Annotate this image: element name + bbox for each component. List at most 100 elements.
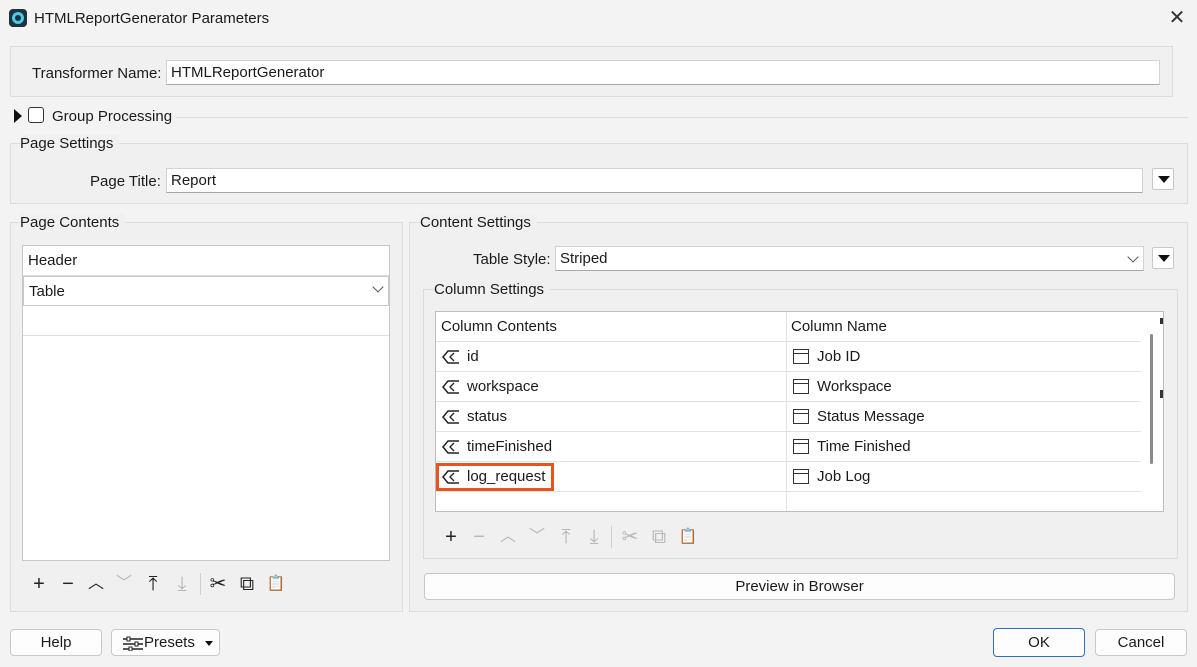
page-contents-group: Header Table + − ︿ ﹀ ⤒ ⤓ ✂ ⧉ 📋 [10, 222, 403, 612]
cut-button[interactable]: ✂ [207, 573, 229, 595]
move-top-button[interactable]: ⤒ [142, 573, 164, 595]
column-contents-text: status [467, 408, 508, 425]
expand-arrow-icon[interactable] [14, 109, 22, 123]
add-item-button[interactable]: + [28, 573, 50, 595]
page-title-options-button[interactable] [1152, 168, 1174, 190]
column-name-text: Job Log [817, 468, 871, 485]
attribute-icon [442, 380, 459, 394]
column-name-text: Status Message [817, 408, 925, 425]
column-down-button[interactable]: ﹀ [526, 526, 548, 548]
page-contents-title: Page Contents [20, 214, 126, 231]
table-style-options-button[interactable] [1152, 247, 1174, 269]
table-row[interactable]: timeFinished Time Finished [436, 432, 1141, 462]
column-contents-text: timeFinished [467, 438, 553, 455]
column-name-cell[interactable]: Status Message [787, 402, 1141, 432]
group-processing-label: Group Processing [52, 108, 173, 125]
page-settings-group: Page Title: Report [10, 143, 1188, 204]
column-contents-text: workspace [467, 378, 539, 395]
column-name-text: Time Finished [817, 438, 911, 455]
column-bottom-button[interactable]: ⤓ [583, 526, 605, 548]
column-name-icon [793, 379, 809, 394]
table-header-row: Column Contents Column Name [436, 312, 1141, 342]
copy-button[interactable]: ⧉ [236, 573, 258, 595]
transformer-name-input[interactable]: HTMLReportGenerator [166, 60, 1160, 85]
help-button[interactable]: Help [10, 629, 102, 656]
attribute-icon [442, 410, 459, 424]
column-settings-table[interactable]: Column Contents Column Name id Job ID work… [435, 311, 1164, 512]
chevron-down-icon [1127, 251, 1139, 263]
column-name-icon [793, 439, 809, 454]
group-processing-checkbox[interactable] [28, 107, 44, 123]
scrollbar-thumb[interactable] [1150, 334, 1153, 464]
column-name-icon [793, 409, 809, 424]
column-contents-cell[interactable]: id [436, 342, 786, 372]
list-item-empty[interactable] [23, 306, 389, 336]
chevron-down-icon [372, 281, 384, 293]
column-top-button[interactable]: ⤒ [555, 526, 577, 548]
move-bottom-button[interactable]: ⤓ [171, 573, 193, 595]
ok-button[interactable]: OK [993, 628, 1085, 657]
paste-button[interactable]: 📋 [265, 573, 287, 595]
column-contents-cell[interactable]: log_request [436, 462, 786, 492]
list-item-table-label: Table [29, 283, 65, 300]
add-column-button[interactable]: + [440, 526, 462, 548]
list-item-header[interactable]: Header [23, 246, 389, 276]
table-row[interactable]: status Status Message [436, 402, 1141, 432]
column-contents-cell[interactable]: status [436, 402, 786, 432]
column-name-text: Job ID [817, 348, 861, 365]
list-item-table-dropdown[interactable]: Table [23, 276, 389, 306]
table-row[interactable]: log_request Job Log [436, 462, 1141, 492]
column-contents-cell[interactable]: workspace [436, 372, 786, 402]
column-name-cell[interactable]: Time Finished [787, 432, 1141, 462]
page-contents-list[interactable]: Header Table [22, 245, 390, 561]
column-paste-button[interactable]: 📋 [677, 526, 699, 548]
scroll-up-indicator[interactable] [1160, 318, 1163, 324]
move-down-button[interactable]: ﹀ [113, 573, 135, 595]
column-settings-title: Column Settings [434, 281, 551, 298]
move-up-button[interactable]: ︿ [85, 573, 107, 595]
header-column-contents[interactable]: Column Contents [441, 312, 781, 342]
highlight-box [436, 463, 554, 491]
table-row[interactable]: workspace Workspace [436, 372, 1141, 402]
title-bar: HTMLReportGenerator Parameters ✕ [0, 0, 1197, 37]
content-settings-group: Table Style: Striped Column Contents Col… [409, 222, 1188, 612]
column-contents-text: id [467, 348, 479, 365]
column-name-icon [793, 349, 809, 364]
transformer-name-label: Transformer Name: [32, 65, 162, 82]
sliders-icon [123, 636, 143, 651]
remove-item-button[interactable]: − [57, 573, 79, 595]
close-button[interactable]: ✕ [1164, 6, 1190, 30]
window-title: HTMLReportGenerator Parameters [34, 10, 270, 27]
table-style-select[interactable]: Striped [555, 246, 1144, 271]
attribute-icon [442, 440, 459, 454]
column-copy-button[interactable]: ⧉ [648, 526, 670, 548]
column-settings-group: Column Contents Column Name id Job ID work… [423, 289, 1178, 559]
attribute-icon [442, 350, 459, 364]
column-cut-button[interactable]: ✂ [619, 526, 641, 548]
preview-in-browser-button[interactable]: Preview in Browser [424, 573, 1175, 600]
scroll-indicator [1160, 390, 1163, 398]
table-style-value: Striped [560, 250, 608, 267]
transformer-name-panel: Transformer Name: HTMLReportGenerator [10, 46, 1173, 97]
presets-button[interactable]: Presets [111, 629, 220, 656]
column-name-text: Workspace [817, 378, 892, 395]
content-settings-title: Content Settings [420, 214, 537, 231]
column-name-cell[interactable]: Workspace [787, 372, 1141, 402]
cancel-button[interactable]: Cancel [1095, 629, 1187, 656]
page-title-input[interactable]: Report [166, 168, 1143, 193]
fme-app-icon [9, 9, 27, 27]
column-contents-cell[interactable]: timeFinished [436, 432, 786, 462]
page-settings-title: Page Settings [20, 135, 120, 152]
column-name-cell[interactable]: Job Log [787, 462, 1141, 492]
remove-column-button[interactable]: − [468, 526, 490, 548]
presets-label: Presets [144, 634, 195, 651]
toolbar-separator [611, 526, 612, 548]
column-name-cell[interactable]: Job ID [787, 342, 1141, 372]
column-name-icon [793, 469, 809, 484]
caret-down-icon [205, 641, 213, 646]
table-style-label: Table Style: [473, 251, 551, 268]
page-title-label: Page Title: [90, 173, 161, 190]
table-row[interactable]: id Job ID [436, 342, 1141, 372]
column-up-button[interactable]: ︿ [497, 526, 519, 548]
header-column-name[interactable]: Column Name [791, 312, 1131, 342]
